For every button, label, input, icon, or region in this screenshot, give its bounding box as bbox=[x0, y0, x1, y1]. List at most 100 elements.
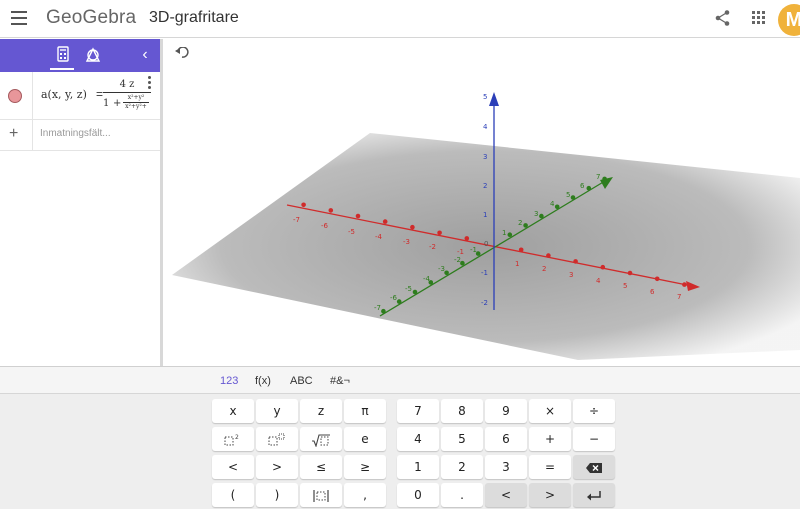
key-square[interactable]: 2 bbox=[212, 427, 254, 451]
square-icon: 2 bbox=[224, 434, 239, 445]
y-tick-label: 3 bbox=[534, 210, 538, 218]
key-less-equal[interactable]: ≤ bbox=[300, 455, 342, 479]
x-tick-label: -1 bbox=[457, 248, 464, 256]
x-tick-label: 1 bbox=[515, 260, 519, 268]
key-less-than[interactable]: < bbox=[212, 455, 254, 479]
y-tick-label: -1 bbox=[470, 246, 477, 254]
input-field[interactable]: Inmatningsfält... bbox=[40, 128, 111, 139]
keyboard-tab-letters[interactable]: ABC bbox=[290, 375, 313, 387]
y-tick-label: 6 bbox=[580, 182, 585, 190]
y-axis-tick-dot bbox=[586, 185, 592, 191]
denominator-plus: + bbox=[113, 98, 122, 109]
y-axis-tick-dot bbox=[539, 213, 544, 219]
x-tick-label: 4 bbox=[596, 277, 601, 285]
nested-denominator: x²+y²+ bbox=[125, 103, 147, 110]
y-axis-tick-dot bbox=[396, 299, 402, 304]
keyboard-tab-numbers[interactable]: 123 bbox=[220, 375, 238, 387]
denominator-one: 1 bbox=[103, 98, 110, 109]
expression-formula[interactable]: a(x, y, z) = 4 z 1 + x²+y² x²+y²+ bbox=[41, 78, 151, 116]
key-9[interactable]: 9 bbox=[485, 399, 527, 423]
key-equals[interactable]: = bbox=[529, 455, 571, 479]
key-backspace[interactable] bbox=[573, 455, 615, 479]
y-axis-tick-dot bbox=[444, 270, 449, 276]
key-close-paren[interactable]: ) bbox=[256, 483, 298, 507]
y-tick-label: -2 bbox=[454, 256, 461, 264]
key-greater-than[interactable]: > bbox=[256, 455, 298, 479]
key-cursor-right[interactable]: > bbox=[529, 483, 571, 507]
y-axis-tick-dot bbox=[554, 204, 560, 210]
y-axis-tick-dot bbox=[381, 308, 386, 314]
3d-canvas[interactable]: 5 4 3 2 1 -1 -2 0 -7 -6 -5 -4 -3 -2 -1 1… bbox=[163, 39, 800, 366]
key-z[interactable]: z bbox=[300, 399, 342, 423]
enter-icon bbox=[587, 490, 601, 500]
key-e[interactable]: e bbox=[344, 427, 386, 451]
x-tick-label: -5 bbox=[348, 228, 355, 236]
keyboard-tab-symbols[interactable]: #&¬ bbox=[330, 375, 350, 387]
geogebra-logo: GeoGebra bbox=[46, 7, 137, 28]
top-bar: GeoGebra 3D-grafritare M bbox=[0, 0, 800, 38]
active-tab-indicator bbox=[50, 68, 74, 70]
key-comma[interactable]: , bbox=[344, 483, 386, 507]
x-axis-tick-dot bbox=[328, 208, 334, 213]
x-tick-label: -7 bbox=[293, 216, 300, 224]
key-y[interactable]: y bbox=[256, 399, 298, 423]
key-3[interactable]: 3 bbox=[485, 455, 527, 479]
collapse-panel-icon[interactable]: ‹ bbox=[138, 47, 152, 63]
z-tick-label: 2 bbox=[483, 182, 487, 190]
expression-equals: = bbox=[96, 87, 104, 101]
visibility-toggle[interactable] bbox=[8, 89, 22, 103]
key-0[interactable]: 0 bbox=[397, 483, 439, 507]
graphics-3d-view[interactable]: 5 4 3 2 1 -1 -2 0 -7 -6 -5 -4 -3 -2 -1 1… bbox=[163, 39, 800, 366]
y-axis-tick-dot bbox=[602, 176, 607, 182]
tools-icon[interactable] bbox=[82, 45, 104, 65]
y-tick-label: -5 bbox=[405, 285, 412, 293]
x-tick-label: 6 bbox=[650, 288, 655, 296]
keyboard-tab-functions[interactable]: f(x) bbox=[255, 375, 271, 387]
key-greater-equal[interactable]: ≥ bbox=[344, 455, 386, 479]
more-options-icon[interactable] bbox=[147, 76, 153, 90]
x-tick-label: 5 bbox=[623, 282, 627, 290]
apps-grid-icon[interactable] bbox=[752, 11, 766, 25]
input-gutter: + bbox=[0, 120, 33, 150]
calculator-icon[interactable] bbox=[52, 45, 74, 65]
key-minus[interactable]: − bbox=[573, 427, 615, 451]
y-tick-label: -7 bbox=[374, 304, 381, 312]
key-2[interactable]: 2 bbox=[441, 455, 483, 479]
plus-icon[interactable]: + bbox=[9, 125, 18, 143]
x-axis-tick-dot bbox=[382, 219, 388, 224]
fraction-bar bbox=[103, 92, 151, 93]
key-7[interactable]: 7 bbox=[397, 399, 439, 423]
key-sqrt[interactable] bbox=[300, 427, 342, 451]
avatar[interactable]: M bbox=[778, 4, 800, 36]
key-power[interactable] bbox=[256, 427, 298, 451]
key-8[interactable]: 8 bbox=[441, 399, 483, 423]
undo-icon[interactable] bbox=[174, 47, 190, 61]
power-icon bbox=[268, 433, 285, 445]
share-icon[interactable] bbox=[714, 9, 732, 27]
y-tick-label: 2 bbox=[518, 219, 522, 227]
hamburger-menu-icon[interactable] bbox=[11, 11, 27, 25]
key-4[interactable]: 4 bbox=[397, 427, 439, 451]
key-1[interactable]: 1 bbox=[397, 455, 439, 479]
x-axis-tick-dot bbox=[600, 264, 606, 270]
y-tick-label: -4 bbox=[423, 275, 431, 283]
key-6[interactable]: 6 bbox=[485, 427, 527, 451]
key-multiply[interactable]: × bbox=[529, 399, 571, 423]
algebra-expression-row[interactable]: a(x, y, z) = 4 z 1 + x²+y² x²+y²+ bbox=[0, 72, 160, 120]
key-x[interactable]: x bbox=[212, 399, 254, 423]
key-plus[interactable]: + bbox=[529, 427, 571, 451]
x-axis-tick-dot bbox=[682, 282, 687, 287]
y-tick-label: 4 bbox=[550, 200, 555, 208]
key-enter[interactable] bbox=[573, 483, 615, 507]
y-axis-tick-dot bbox=[523, 223, 528, 228]
key-cursor-left[interactable]: < bbox=[485, 483, 527, 507]
x-tick-label: 3 bbox=[569, 271, 573, 279]
key-divide[interactable]: ÷ bbox=[573, 399, 615, 423]
key-abs[interactable] bbox=[300, 483, 342, 507]
y-tick-label: -3 bbox=[438, 265, 445, 273]
key-5[interactable]: 5 bbox=[441, 427, 483, 451]
key-pi[interactable]: π bbox=[344, 399, 386, 423]
key-decimal[interactable]: . bbox=[441, 483, 483, 507]
key-open-paren[interactable]: ( bbox=[212, 483, 254, 507]
x-axis-tick-dot bbox=[355, 213, 361, 219]
